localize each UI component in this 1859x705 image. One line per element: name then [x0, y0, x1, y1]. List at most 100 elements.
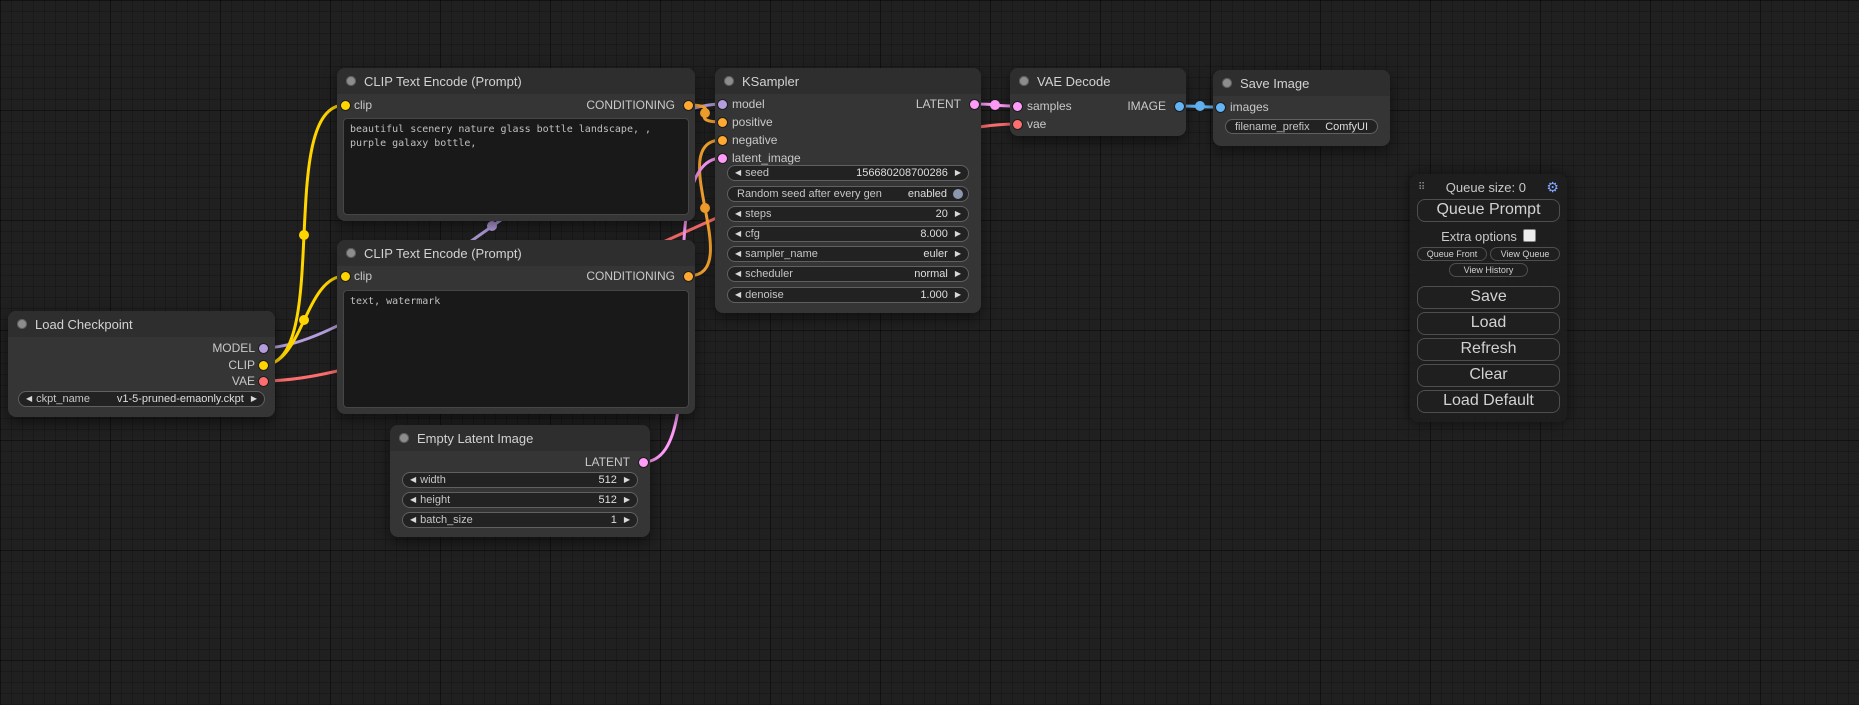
load-button[interactable]: Load	[1417, 312, 1560, 335]
negative-prompt-input[interactable]: text, watermark	[343, 290, 689, 408]
increment-arrow-icon[interactable]: ▶	[955, 210, 961, 218]
collapse-dot-icon[interactable]	[346, 76, 356, 86]
steps-widget[interactable]: ◀ steps 20 ▶	[727, 206, 969, 222]
increment-arrow-icon[interactable]: ▶	[624, 516, 630, 524]
collapse-dot-icon[interactable]	[399, 433, 409, 443]
decrement-arrow-icon[interactable]: ◀	[410, 476, 416, 484]
toggle-knob-icon[interactable]	[953, 189, 963, 199]
save-button[interactable]: Save	[1417, 286, 1560, 309]
latent-image-input-slot[interactable]	[718, 154, 727, 163]
decrement-arrow-icon[interactable]: ◀	[735, 250, 741, 258]
view-history-button[interactable]: View History	[1449, 263, 1528, 277]
negative-input-slot[interactable]	[718, 136, 727, 145]
latent-output-slot[interactable]	[970, 100, 979, 109]
input-label-clip: clip	[354, 97, 372, 114]
increment-arrow-icon[interactable]: ▶	[251, 395, 257, 403]
increment-arrow-icon[interactable]: ▶	[955, 250, 961, 258]
link-dot	[487, 221, 497, 231]
increment-arrow-icon[interactable]: ▶	[955, 169, 961, 177]
decrement-arrow-icon[interactable]: ◀	[735, 270, 741, 278]
collapse-dot-icon[interactable]	[1222, 78, 1232, 88]
positive-input-slot[interactable]	[718, 118, 727, 127]
view-queue-button[interactable]: View Queue	[1490, 247, 1560, 261]
node-save-image[interactable]: Save Image images filename_prefix ComfyU…	[1213, 70, 1390, 146]
node-title-bar[interactable]: CLIP Text Encode (Prompt)	[337, 240, 695, 266]
images-input-slot[interactable]	[1216, 103, 1225, 112]
settings-gear-icon[interactable]: ⚙	[1546, 179, 1559, 196]
collapse-dot-icon[interactable]	[724, 76, 734, 86]
link-dot	[299, 230, 309, 240]
decrement-arrow-icon[interactable]: ◀	[735, 169, 741, 177]
positive-prompt-input[interactable]: beautiful scenery nature glass bottle la…	[343, 118, 689, 215]
seed-widget[interactable]: ◀ seed 156680208700286 ▶	[727, 165, 969, 181]
queue-front-button[interactable]: Queue Front	[1417, 247, 1487, 261]
node-title-bar[interactable]: VAE Decode	[1010, 68, 1186, 94]
vae-input-slot[interactable]	[1013, 120, 1022, 129]
decrement-arrow-icon[interactable]: ◀	[735, 291, 741, 299]
link-dot	[700, 203, 710, 213]
clip-input-slot[interactable]	[341, 101, 350, 110]
node-ksampler[interactable]: KSampler model positive negative latent_…	[715, 68, 981, 313]
node-vae-decode[interactable]: VAE Decode samples vae IMAGE	[1010, 68, 1186, 136]
load-default-button[interactable]: Load Default	[1417, 390, 1560, 413]
decrement-arrow-icon[interactable]: ◀	[26, 395, 32, 403]
decrement-arrow-icon[interactable]: ◀	[410, 516, 416, 524]
node-title: Load Checkpoint	[35, 317, 133, 332]
increment-arrow-icon[interactable]: ▶	[955, 270, 961, 278]
node-title-bar[interactable]: Save Image	[1213, 70, 1390, 96]
width-widget[interactable]: ◀ width 512 ▶	[402, 472, 638, 488]
node-title: CLIP Text Encode (Prompt)	[364, 246, 522, 261]
decrement-arrow-icon[interactable]: ◀	[410, 496, 416, 504]
batch-size-widget[interactable]: ◀ batch_size 1 ▶	[402, 512, 638, 528]
cfg-widget[interactable]: ◀ cfg 8.000 ▶	[727, 226, 969, 242]
node-load-checkpoint[interactable]: Load Checkpoint MODEL CLIP VAE ◀ ckpt_na…	[8, 311, 275, 417]
height-widget[interactable]: ◀ height 512 ▶	[402, 492, 638, 508]
latent-output-slot[interactable]	[639, 458, 648, 467]
queue-size-label: Queue size: 0	[1446, 180, 1526, 195]
decrement-arrow-icon[interactable]: ◀	[735, 210, 741, 218]
collapse-dot-icon[interactable]	[1019, 76, 1029, 86]
conditioning-output-slot[interactable]	[684, 101, 693, 110]
increment-arrow-icon[interactable]: ▶	[955, 230, 961, 238]
node-title-bar[interactable]: KSampler	[715, 68, 981, 94]
conditioning-output-slot[interactable]	[684, 272, 693, 281]
sampler-name-widget[interactable]: ◀ sampler_name euler ▶	[727, 246, 969, 262]
clear-button[interactable]: Clear	[1417, 364, 1560, 387]
output-label-latent: LATENT	[916, 96, 961, 113]
random-seed-toggle-widget[interactable]: Random seed after every gen enabled	[727, 186, 969, 202]
node-clip-text-encode-negative[interactable]: CLIP Text Encode (Prompt) clip CONDITION…	[337, 240, 695, 414]
node-graph-canvas[interactable]: Load Checkpoint MODEL CLIP VAE ◀ ckpt_na…	[0, 0, 1859, 705]
link-dot	[299, 315, 309, 325]
node-clip-text-encode-positive[interactable]: CLIP Text Encode (Prompt) clip CONDITION…	[337, 68, 695, 221]
increment-arrow-icon[interactable]: ▶	[624, 476, 630, 484]
collapse-dot-icon[interactable]	[346, 248, 356, 258]
input-label-positive: positive	[732, 114, 773, 131]
increment-arrow-icon[interactable]: ▶	[955, 291, 961, 299]
filename-prefix-widget[interactable]: filename_prefix ComfyUI	[1225, 119, 1378, 134]
refresh-button[interactable]: Refresh	[1417, 338, 1560, 361]
input-label-clip: clip	[354, 268, 372, 285]
clip-input-slot[interactable]	[341, 272, 350, 281]
model-input-slot[interactable]	[718, 100, 727, 109]
input-label-negative: negative	[732, 132, 777, 149]
collapse-dot-icon[interactable]	[17, 319, 27, 329]
denoise-widget[interactable]: ◀ denoise 1.000 ▶	[727, 287, 969, 303]
samples-input-slot[interactable]	[1013, 102, 1022, 111]
output-label-vae: VAE	[232, 373, 255, 390]
node-empty-latent-image[interactable]: Empty Latent Image LATENT ◀ width 512 ▶ …	[390, 425, 650, 537]
ckpt-name-widget[interactable]: ◀ ckpt_name v1-5-pruned-emaonly.ckpt ▶	[18, 391, 265, 407]
node-title-bar[interactable]: CLIP Text Encode (Prompt)	[337, 68, 695, 94]
vae-output-slot[interactable]	[259, 377, 268, 386]
decrement-arrow-icon[interactable]: ◀	[735, 230, 741, 238]
image-output-slot[interactable]	[1175, 102, 1184, 111]
link-dot	[1195, 101, 1205, 111]
menu-drag-handle-icon[interactable]: ⠿	[1418, 182, 1425, 193]
node-title-bar[interactable]: Load Checkpoint	[8, 311, 275, 337]
model-output-slot[interactable]	[259, 344, 268, 353]
extra-options-checkbox[interactable]	[1523, 229, 1536, 242]
clip-output-slot[interactable]	[259, 361, 268, 370]
node-title-bar[interactable]: Empty Latent Image	[390, 425, 650, 451]
increment-arrow-icon[interactable]: ▶	[624, 496, 630, 504]
scheduler-widget[interactable]: ◀ scheduler normal ▶	[727, 266, 969, 282]
queue-prompt-button[interactable]: Queue Prompt	[1417, 199, 1560, 222]
